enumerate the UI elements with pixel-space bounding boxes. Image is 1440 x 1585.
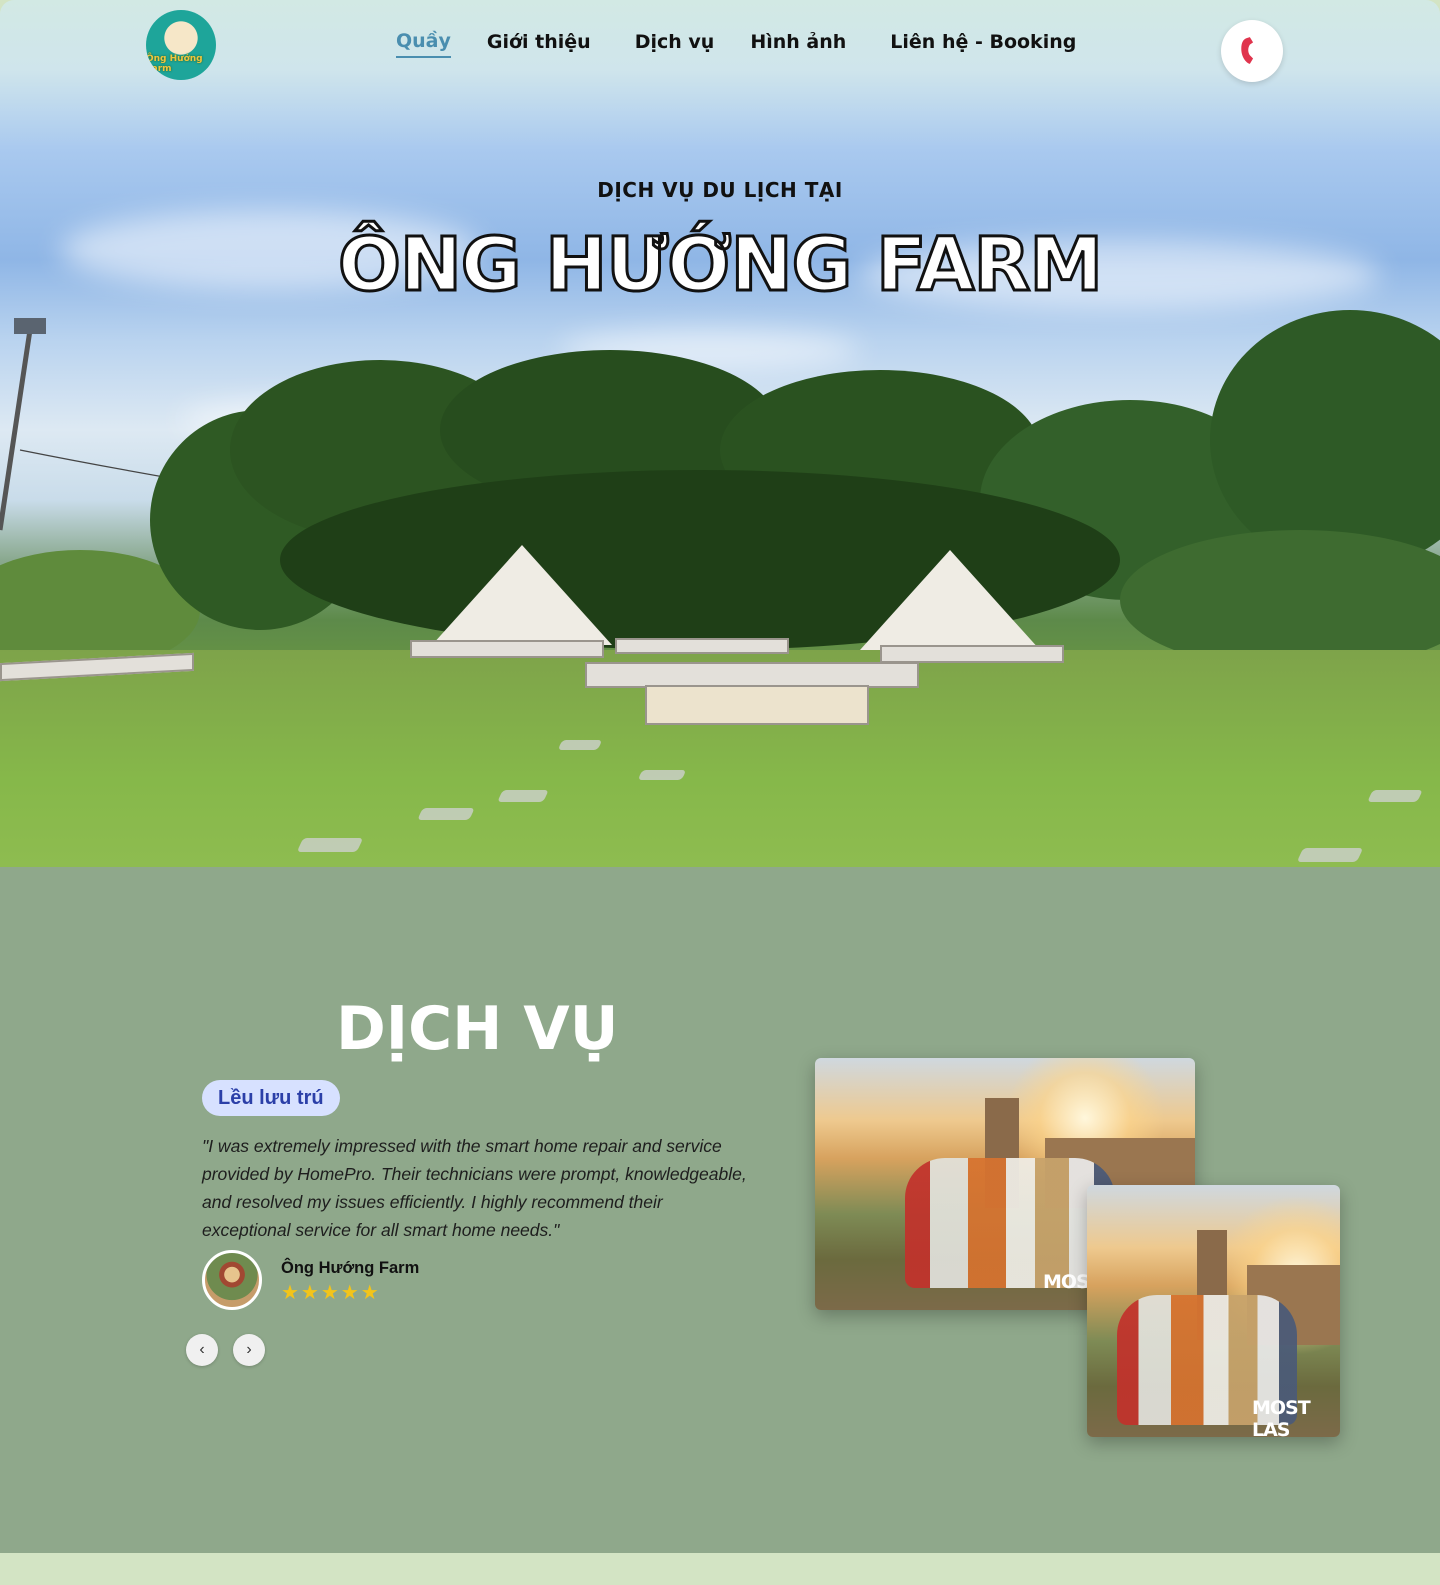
chevron-right-icon: › [246,1341,252,1358]
footer-strip [0,1553,1440,1585]
top-navbar: Ông Hướng Farm Quầy Giới thiệu Dịch vụ H… [0,0,1440,100]
testimonial-author: Ông Hướng Farm [281,1259,420,1277]
logo-text: Ông Hướng Farm [146,54,203,74]
tent-right [860,550,1040,650]
prev-button[interactable]: ‹ [186,1334,218,1366]
hero-title: ÔNG HƯỚNG FARM [336,221,1104,310]
hero-subtitle: DỊCH VỤ DU LỊCH TẠI [597,178,843,202]
nav-item-lien-he-booking[interactable]: Liên hệ - Booking [890,31,1076,57]
nav-item-quay[interactable]: Quầy [396,30,451,58]
testimonial-quote: "I was extremely impressed with the smar… [202,1136,747,1240]
nav-item-gioi-thieu[interactable]: Giới thiệu [487,31,591,57]
main-menu: Quầy Giới thiệu Dịch vụ Hình ảnh Liên hệ… [396,30,1112,58]
services-section: DỊCH VỤ Lều lưu trú "I was extremely imp… [0,867,1440,1553]
tent-left [432,545,612,645]
phone-icon [1241,37,1254,64]
avatar [202,1250,262,1310]
nav-item-hinh-anh[interactable]: Hình ảnh [750,31,846,57]
deck [615,638,789,654]
call-button[interactable] [1221,20,1283,82]
chevron-left-icon: ‹ [199,1341,205,1358]
rating-stars: ★★★★★ [281,1282,381,1304]
hero-section: Ông Hướng Farm Quầy Giới thiệu Dịch vụ H… [0,0,1440,867]
next-button[interactable]: › [233,1334,265,1366]
photo-watermark: MOST LAS [1252,1397,1311,1437]
deck [645,685,869,725]
deck [880,645,1064,663]
deck [410,640,604,658]
service-category-tag: Lều lưu trú [202,1080,340,1116]
section-title: DỊCH VỤ [336,994,619,1064]
farm-logo[interactable]: Ông Hướng Farm [146,10,216,80]
service-photo-secondary: MOST LAS [1087,1185,1340,1437]
nav-item-dich-vu[interactable]: Dịch vụ [635,31,715,57]
